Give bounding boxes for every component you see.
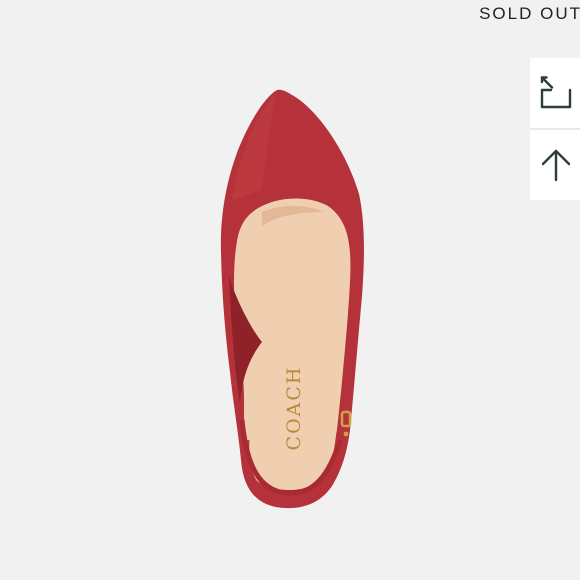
product-viewer: SOLD OUT COACH (0, 0, 580, 580)
share-button[interactable] (530, 58, 580, 128)
brand-logo: COACH (283, 366, 305, 451)
arrow-up-icon (541, 149, 571, 182)
sold-out-badge: SOLD OUT (479, 4, 580, 23)
share-icon (540, 76, 572, 109)
scroll-up-button[interactable] (530, 130, 580, 200)
buckle-pin (343, 431, 349, 437)
side-toolbar (530, 58, 580, 200)
product-image: COACH (220, 89, 364, 509)
